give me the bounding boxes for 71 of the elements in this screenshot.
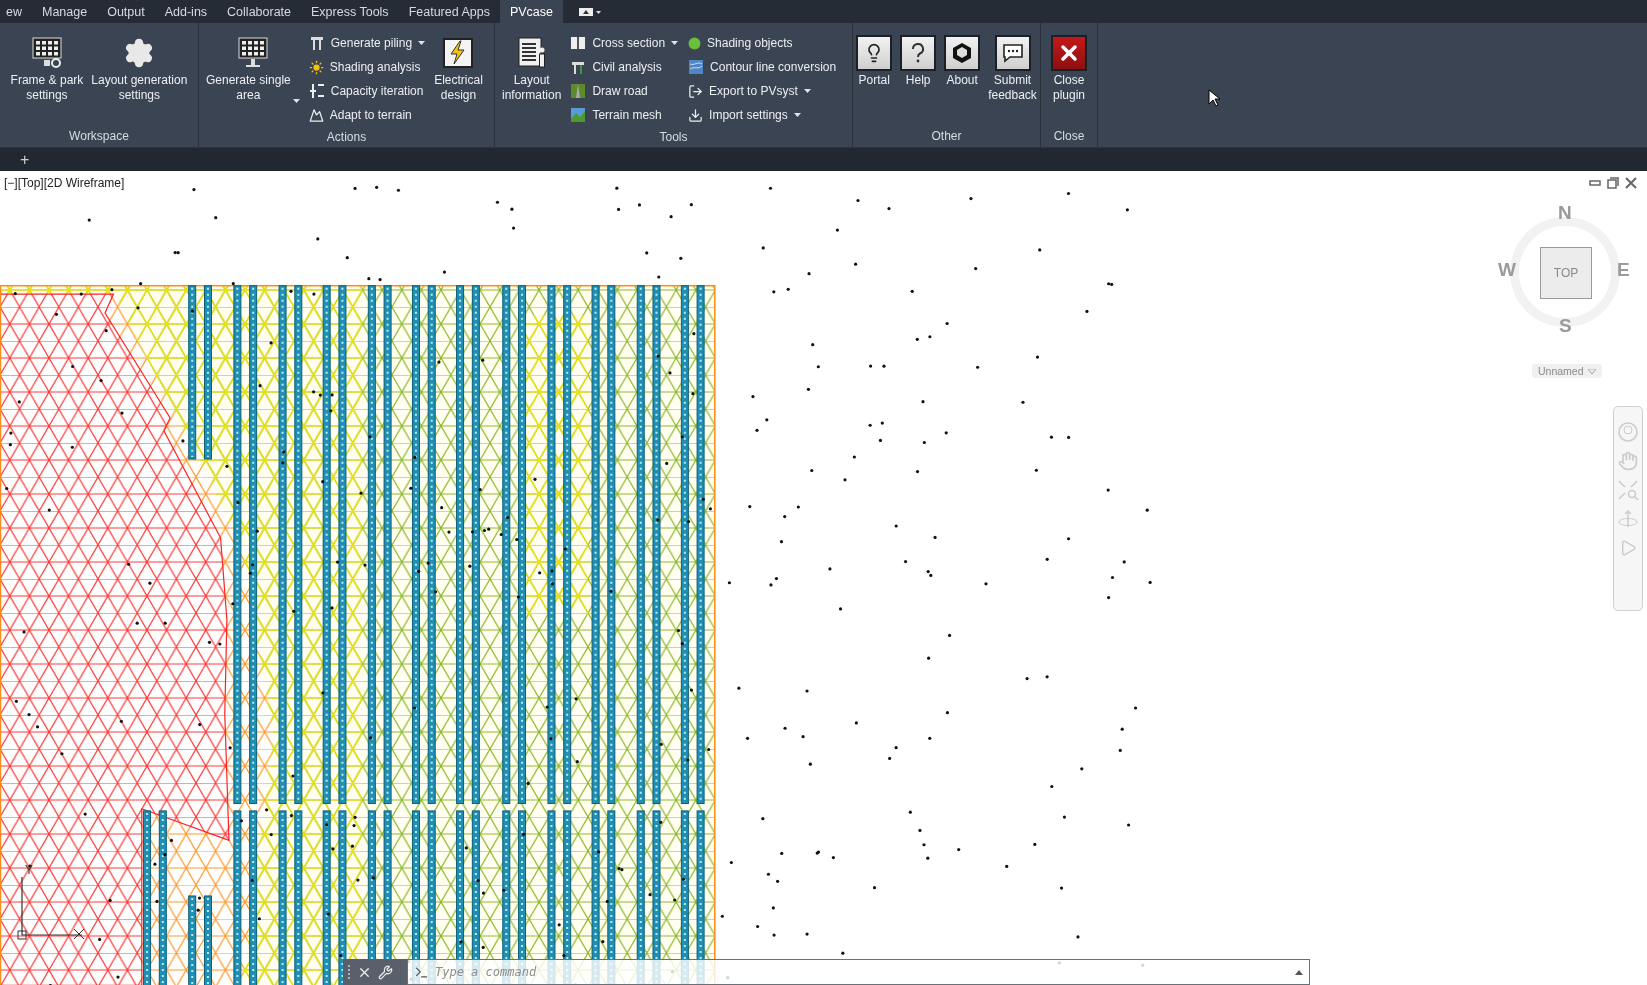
wrench-icon[interactable] (378, 964, 393, 980)
ribbon-tab[interactable]: ew (0, 0, 32, 23)
ribbon-button[interactable]: Terrain mesh (566, 103, 683, 127)
caret-icon[interactable] (793, 113, 801, 117)
ribbon-button[interactable]: Cross section (566, 31, 683, 55)
ribbon-tab[interactable]: Featured Apps (398, 0, 500, 23)
ribbon-tab[interactable]: Express Tools (301, 0, 399, 23)
restore-icon[interactable] (1607, 177, 1619, 189)
ribbon-button[interactable]: Close plugin (1048, 29, 1090, 107)
panel-title: Actions (325, 129, 368, 146)
panel-title: Other (930, 128, 963, 145)
command-prompt-icon[interactable] (414, 964, 429, 980)
ribbon-button[interactable]: Adapt to terrain (304, 103, 430, 127)
minimize-icon[interactable] (1589, 177, 1601, 187)
grid-display-icon (235, 36, 270, 70)
ribbon-button[interactable]: Export to PVsyst (684, 79, 841, 103)
panel-title: Close (1052, 128, 1086, 145)
ribbon-button[interactable]: Shading analysis (304, 55, 430, 79)
ribbon-button[interactable]: Contour line conversion (684, 55, 841, 79)
mouse-pointer-icon (1208, 89, 1220, 107)
ribbon-tab[interactable]: PVcase (499, 0, 564, 23)
caret-icon[interactable] (803, 89, 811, 93)
ribbon-button[interactable]: Electrical design (431, 29, 486, 107)
export-icon (688, 83, 704, 99)
grid-settings-icon (29, 36, 64, 70)
ribbon-button[interactable]: Generate single area (203, 29, 303, 107)
capacity-icon (308, 83, 325, 99)
close-icon[interactable] (1625, 177, 1637, 189)
lightning-document-icon (442, 37, 475, 69)
workspace-switch-icon[interactable] (579, 7, 602, 16)
ribbon-button[interactable]: Portal (853, 29, 896, 92)
mesh-icon (570, 107, 587, 123)
ribbon-button[interactable]: Capacity iteration (304, 79, 430, 103)
piling-icon (308, 35, 325, 51)
ribbon-tab[interactable]: Manage (32, 0, 98, 23)
ribbon-button[interactable]: Import settings (684, 103, 841, 127)
ribbon-button[interactable]: Shading objects (684, 31, 841, 55)
ribbon-button[interactable]: Draw road (566, 79, 683, 103)
contour-map-icon (688, 59, 705, 75)
terrain-icon (308, 107, 324, 123)
command-field[interactable]: Type a command (433, 964, 1291, 980)
viewport-label[interactable]: [−][Top][2D Wireframe] (4, 176, 125, 190)
ribbon-button[interactable]: Help (897, 29, 940, 92)
ribbon-button[interactable]: Layout generation settings (88, 29, 191, 107)
caret-icon[interactable] (671, 41, 679, 45)
sun-icon (308, 59, 324, 75)
ribbon-tab[interactable]: Collaborate (217, 0, 302, 23)
ribbon-button[interactable]: Submit feedback (985, 29, 1040, 107)
chat-bubble-icon (1001, 43, 1024, 63)
ribbon-tab[interactable]: Output (97, 0, 155, 23)
logo-icon (951, 42, 974, 64)
info-document-icon (515, 36, 548, 70)
caret-icon[interactable] (418, 41, 426, 45)
ribbon-button[interactable]: About (941, 29, 984, 92)
download-icon (688, 107, 704, 123)
new-tab-button[interactable]: + (20, 150, 30, 169)
caret-icon[interactable] (292, 99, 300, 103)
civil-analysis-icon (570, 59, 587, 75)
cross-section-icon (570, 35, 587, 51)
ribbon-button[interactable]: Frame & park settings (7, 29, 87, 107)
ball-icon (688, 36, 702, 50)
road-icon (570, 83, 587, 99)
grip-handle-icon[interactable] (347, 964, 351, 980)
ribbon-tab[interactable]: Add-ins (154, 0, 218, 23)
axis-label: Y (25, 863, 33, 877)
panel-title: Tools (658, 129, 689, 146)
up-caret-icon[interactable] (1295, 969, 1303, 975)
panel-title: Workspace (68, 128, 130, 145)
ribbon-button[interactable]: Generate piling (304, 31, 430, 55)
ribbon-button[interactable]: Civil analysis (566, 55, 683, 79)
ribbon-button[interactable]: Layout information (499, 29, 565, 107)
